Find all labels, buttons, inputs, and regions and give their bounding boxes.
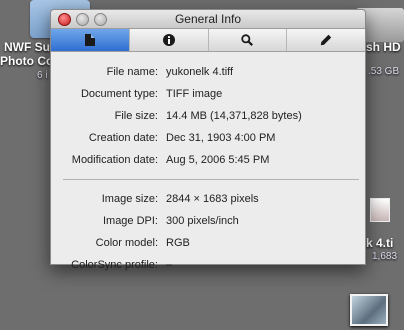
file-name-value: yukonelk 4.tiff	[166, 66, 234, 78]
colorsync-profile-value: –	[166, 259, 173, 271]
tab-document[interactable]	[51, 29, 130, 51]
file-name-row: File name: yukonelk 4.tiff	[51, 61, 365, 83]
window-title: General Info	[174, 12, 242, 26]
modification-date-value: Aug 5, 2006 5:45 PM	[166, 154, 270, 166]
creation-date-label: Creation date:	[88, 132, 158, 144]
desktop-file-icon[interactable]	[370, 198, 390, 222]
tab-info[interactable]	[130, 29, 209, 51]
file-size-value: 14.4 MB (14,371,828 bytes)	[166, 110, 302, 122]
creation-date-value: Dec 31, 1903 4:00 PM	[166, 132, 276, 144]
tab-search[interactable]	[209, 29, 288, 51]
hard-drive-label[interactable]: sh HD	[366, 40, 401, 54]
colorsync-profile-label: ColorSync profile:	[71, 259, 158, 271]
section-divider	[63, 179, 359, 180]
title-bar[interactable]: General Info	[51, 10, 365, 29]
image-dpi-label: Image DPI:	[102, 215, 158, 227]
modification-date-row: Modification date: Aug 5, 2006 5:45 PM	[51, 149, 365, 171]
image-dpi-row: Image DPI: 300 pixels/inch	[51, 210, 365, 232]
desktop-image-thumbnail[interactable]	[350, 294, 388, 326]
file-size-row: File size: 14.4 MB (14,371,828 bytes)	[51, 105, 365, 127]
info-rows: File name: yukonelk 4.tiff Document type…	[51, 52, 365, 276]
info-icon	[162, 34, 175, 46]
desktop-file-label[interactable]: k 4.ti	[366, 236, 393, 250]
pencil-icon	[320, 34, 332, 46]
desktop-folder-label[interactable]: NWF Su	[4, 40, 50, 54]
desktop-folder-label-line2: Photo Co	[0, 54, 54, 68]
desktop-file-dimensions: 1,683	[372, 251, 398, 262]
color-model-row: Color model: RGB	[51, 232, 365, 254]
tab-bar	[51, 29, 365, 52]
modification-date-label: Modification date:	[71, 154, 158, 166]
file-size-label: File size:	[114, 110, 158, 122]
file-name-label: File name:	[106, 66, 158, 78]
hard-drive-size: .53 GB	[368, 66, 400, 77]
image-size-label: Image size:	[101, 193, 158, 205]
colorsync-profile-row: ColorSync profile: –	[51, 254, 365, 276]
desktop-folder-count: 6 i	[37, 70, 48, 81]
image-size-row: Image size: 2844 × 1683 pixels	[51, 188, 365, 210]
general-info-panel: General Info File name: yukonelk 4.tiff …	[50, 9, 366, 271]
document-type-label: Document type:	[80, 88, 158, 100]
image-size-value: 2844 × 1683 pixels	[166, 193, 259, 205]
color-model-label: Color model:	[95, 237, 158, 249]
document-type-row: Document type: TIFF image	[51, 83, 365, 105]
creation-date-row: Creation date: Dec 31, 1903 4:00 PM	[51, 127, 365, 149]
document-type-value: TIFF image	[166, 88, 223, 100]
tab-edit[interactable]	[287, 29, 365, 51]
color-model-value: RGB	[166, 237, 190, 249]
document-icon	[84, 34, 95, 46]
magnifier-icon	[241, 34, 254, 46]
image-dpi-value: 300 pixels/inch	[166, 215, 239, 227]
